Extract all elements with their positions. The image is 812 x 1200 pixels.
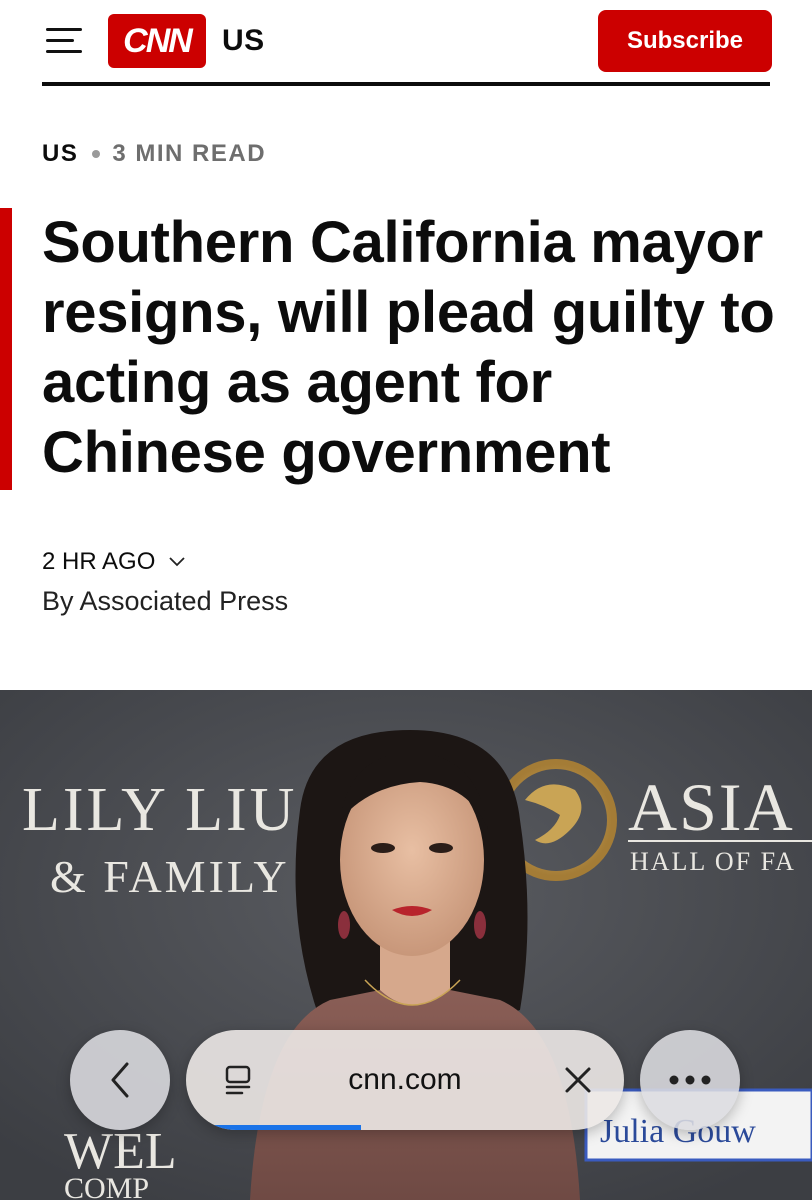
more-options-button[interactable] [640, 1030, 740, 1130]
reader-mode-icon[interactable] [220, 1062, 256, 1098]
separator-dot [92, 150, 101, 158]
backdrop-text-right2: HALL OF FA [630, 847, 796, 876]
read-time: 3 MIN READ [112, 140, 267, 167]
section-link[interactable]: US [42, 140, 78, 168]
hamburger-menu-icon[interactable] [46, 26, 84, 56]
site-header: CNN US Subscribe [0, 0, 812, 88]
chevron-down-icon [169, 557, 186, 567]
eye-left [371, 843, 395, 853]
earring-left [338, 911, 350, 939]
page-load-progress [186, 1125, 624, 1130]
byline: By Associated Press [42, 586, 289, 616]
subscribe-button[interactable]: Subscribe [598, 10, 772, 72]
edition-label[interactable]: US [222, 24, 265, 58]
earring-right [474, 911, 486, 939]
timestamp-toggle[interactable]: 2 HR AGO [42, 548, 186, 576]
logo-text: CNN [123, 21, 193, 60]
headline-accent-bar [0, 208, 12, 490]
backdrop-text-bottom2: COMP [64, 1172, 149, 1200]
backdrop-text-right1: ASIA [628, 769, 795, 845]
article-kicker: US 3 MIN READ [42, 140, 266, 168]
address-bar[interactable]: cnn.com [186, 1030, 624, 1130]
backdrop-rule [628, 840, 812, 842]
timestamp-text: 2 HR AGO [42, 548, 156, 575]
backdrop-text-line2: & FAMILY [50, 851, 290, 902]
more-dots-icon [669, 1075, 711, 1085]
back-button[interactable] [70, 1030, 170, 1130]
menu-line [46, 39, 74, 42]
header-divider [42, 82, 770, 86]
chevron-left-icon [111, 1062, 129, 1098]
menu-line [46, 50, 82, 53]
close-icon[interactable] [560, 1062, 596, 1098]
backdrop-text-line1: LILY LIU [22, 776, 297, 844]
cnn-logo[interactable]: CNN [108, 14, 206, 68]
article-headline: Southern California mayor resigns, will … [42, 210, 775, 485]
page-load-progress-fill [186, 1125, 362, 1130]
eye-right [429, 843, 453, 853]
menu-line [46, 28, 82, 31]
